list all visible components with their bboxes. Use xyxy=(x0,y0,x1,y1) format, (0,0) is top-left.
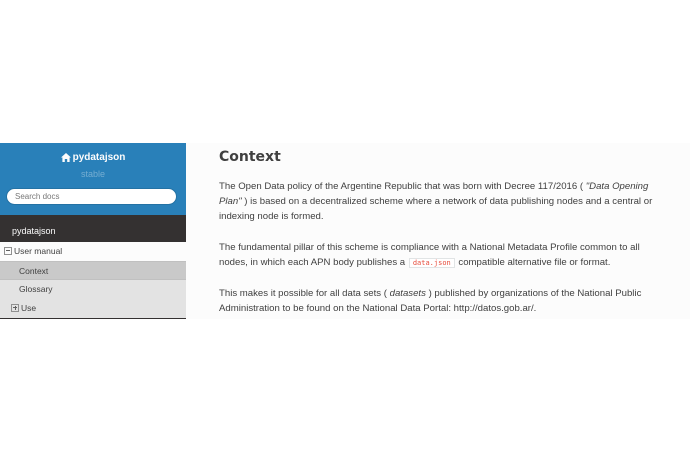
sidebar: pydatajson stable Search docs pydatajson… xyxy=(0,143,186,319)
paragraph-text: ) is based on a decentralized scheme whe… xyxy=(219,196,653,222)
paragraph-text: compatible alternative file or format. xyxy=(455,257,611,268)
sidebar-item-user-manual[interactable]: User manual xyxy=(0,242,186,261)
inline-code: data.json xyxy=(408,258,455,268)
project-name: pydatajson xyxy=(72,152,126,163)
sidebar-item-label: Glossary xyxy=(19,284,53,294)
docs-viewport: pydatajson stable Search docs pydatajson… xyxy=(0,143,690,319)
sidebar-header: pydatajson stable Search docs xyxy=(0,143,186,215)
version-label: stable xyxy=(80,169,106,179)
sidebar-item-use[interactable]: Use xyxy=(0,299,186,318)
sidebar-item-context[interactable]: Context xyxy=(0,261,186,280)
sidebar-item-glossary[interactable]: Glossary xyxy=(0,280,186,299)
emphasis-text: datasets xyxy=(389,288,426,299)
search-input[interactable]: Search docs xyxy=(6,188,177,205)
paragraph-text: The Open Data policy of the Argentine Re… xyxy=(219,181,586,192)
paragraph-portal: This makes it possible for all data sets… xyxy=(219,286,664,316)
expand-icon[interactable] xyxy=(11,303,19,312)
home-icon xyxy=(60,153,71,162)
sidebar-item-label: Context xyxy=(19,266,49,276)
paragraph-text: This makes it possible for all data sets… xyxy=(219,288,390,299)
paragraph-pillar: The fundamental pillar of this scheme is… xyxy=(219,240,664,271)
paragraph-context: The Open Data policy of the Argentine Re… xyxy=(219,179,664,224)
page-title: Context xyxy=(219,149,281,165)
sidebar-item-label: Use xyxy=(21,303,37,313)
project-home-link[interactable]: pydatajson xyxy=(0,152,186,163)
collapse-icon[interactable] xyxy=(4,246,12,255)
sidebar-item-label: User manual xyxy=(14,246,63,256)
nav-caption[interactable]: pydatajson xyxy=(12,226,56,236)
main-content: Context The Open Data policy of the Arge… xyxy=(186,143,690,319)
